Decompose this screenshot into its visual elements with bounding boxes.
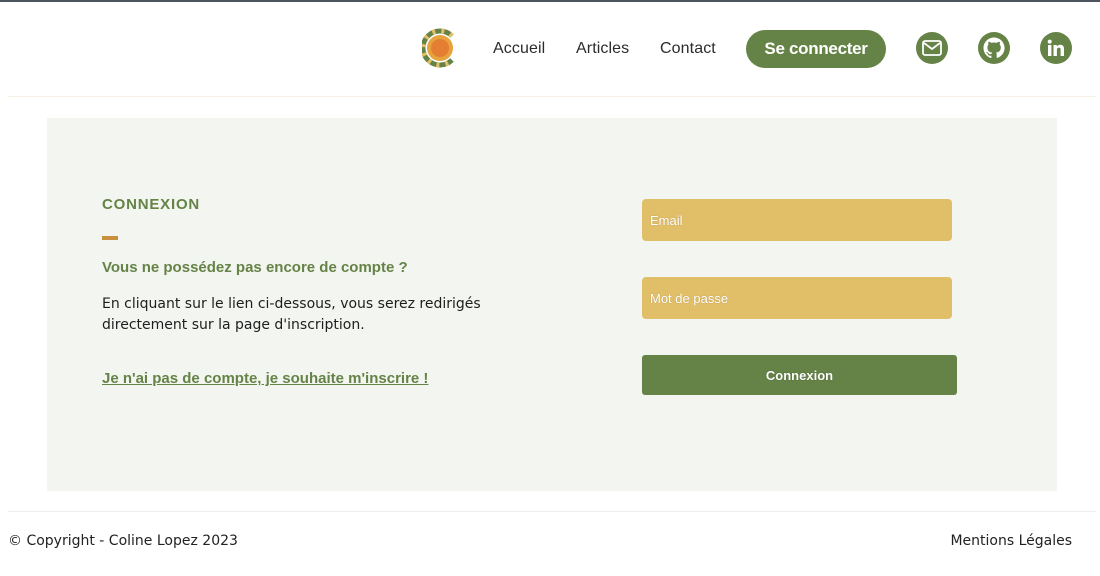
site-header: Accueil Articles Contact Se connecter — [0, 2, 1100, 96]
linkedin-link[interactable] — [1040, 32, 1072, 64]
panel-subtitle: Vous ne possédez pas encore de compte ? — [102, 259, 408, 276]
mail-icon — [922, 40, 942, 56]
legal-link[interactable]: Mentions Légales — [950, 533, 1072, 549]
nav-link-articles[interactable]: Articles — [576, 40, 629, 58]
logo-icon — [420, 28, 454, 68]
nav-link-accueil[interactable]: Accueil — [493, 40, 545, 58]
login-button[interactable]: Se connecter — [746, 30, 886, 68]
connexion-button[interactable]: Connexion — [642, 355, 957, 395]
linkedin-icon — [1047, 39, 1064, 56]
login-panel: CONNEXION Vous ne possédez pas encore de… — [47, 118, 1057, 491]
nav-link-contact[interactable]: Contact — [660, 40, 716, 58]
title-accent-bar — [102, 236, 118, 240]
password-field[interactable] — [642, 277, 952, 319]
github-link[interactable] — [978, 32, 1010, 64]
header-divider — [8, 96, 1096, 97]
panel-title: CONNEXION — [102, 196, 201, 213]
site-logo[interactable] — [420, 26, 458, 70]
copyright-text: © Copyright - Coline Lopez 2023 — [8, 533, 238, 549]
github-icon — [983, 37, 1005, 59]
panel-description: En cliquant sur le lien ci-dessous, vous… — [102, 296, 481, 333]
mail-link[interactable] — [916, 32, 948, 64]
signup-link[interactable]: Je n'ai pas de compte, je souhaite m'ins… — [102, 370, 428, 387]
footer-divider — [8, 511, 1096, 512]
email-field[interactable] — [642, 199, 952, 241]
